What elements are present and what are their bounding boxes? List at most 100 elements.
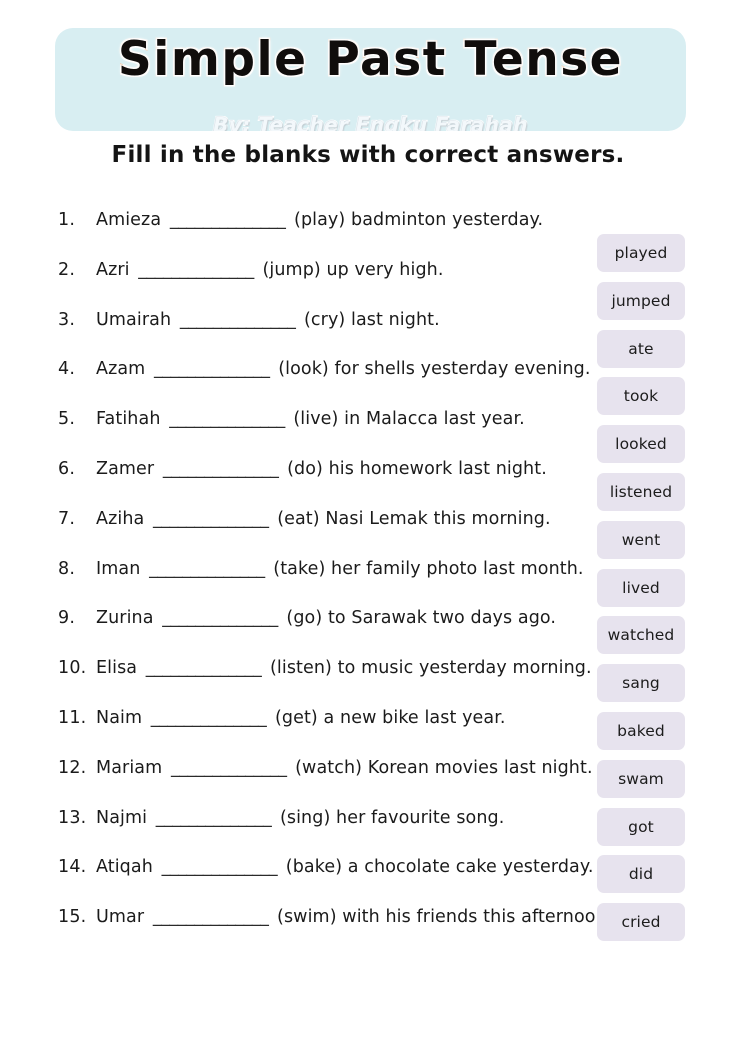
question-subject: Atiqah	[96, 857, 153, 878]
question-row: 11. Naim ______________ (get) a new bike …	[58, 707, 578, 760]
answer-blank[interactable]: ______________	[146, 660, 262, 678]
question-row: 13. Najmi ______________ (sing) her favou…	[58, 807, 578, 860]
question-predicate: (jump) up very high.	[262, 259, 444, 280]
question-subject: Umar	[96, 907, 145, 928]
question-number: 3.	[58, 309, 76, 330]
question-row: 6. Zamer ______________ (do) his homework…	[58, 458, 578, 511]
word-bank-chip[interactable]: baked	[597, 711, 685, 750]
answer-blank[interactable]: ______________	[162, 610, 278, 628]
question-sentence: Aziha ______________ (eat) Nasi Lemak th…	[96, 508, 578, 529]
question-row: 3. Umairah ______________ (cry) last nigh…	[58, 309, 578, 362]
question-predicate: (swim) with his friends this afternoon.	[277, 907, 613, 928]
answer-blank[interactable]: ______________	[163, 460, 279, 479]
question-predicate: (cry) last night.	[304, 309, 440, 330]
question-sentence: Mariam ______________ (watch) Korean mov…	[96, 757, 593, 778]
answer-blank[interactable]: ______________	[151, 709, 267, 728]
question-subject: Naim	[96, 707, 143, 728]
question-number: 5.	[58, 409, 76, 430]
question-sentence: Iman ______________ (take) her family ph…	[96, 558, 584, 579]
question-row: 9. Zurina ______________ (go) to Sarawak …	[58, 610, 578, 660]
question-sentence: Azam ______________ (look) for shells ye…	[96, 361, 591, 379]
word-bank: played jumped ate took looked listened went liv…	[597, 234, 685, 951]
question-number: 2.	[58, 259, 76, 280]
question-row: 7. Aziha ______________ (eat) Nasi Lemak …	[58, 508, 578, 561]
question-sentence: Amieza ______________ (play) badminton y…	[96, 210, 578, 230]
question-subject: Azam	[96, 359, 146, 380]
question-sentence: Zurina ______________ (go) to Sarawak tw…	[96, 610, 578, 628]
answer-blank[interactable]: ______________	[169, 411, 285, 429]
question-predicate: (play) badminton yesterday.	[294, 210, 544, 230]
question-predicate: (do) his homework last night.	[287, 458, 547, 479]
word-bank-chip[interactable]: swam	[597, 759, 685, 798]
question-row: 14. Atiqah ______________ (bake) a chocol…	[58, 857, 593, 909]
author-credit: By: Teacher Engku Farahah	[212, 112, 529, 131]
answer-blank[interactable]: ______________	[171, 759, 287, 778]
answer-blank[interactable]: ______________	[149, 560, 265, 579]
word-bank-chip[interactable]: cried	[597, 903, 685, 942]
question-number: 13.	[58, 807, 87, 828]
question-number: 12.	[58, 757, 87, 778]
question-subject: Mariam	[96, 757, 163, 778]
question-number: 4.	[58, 359, 76, 380]
question-subject: Iman	[96, 558, 141, 579]
instruction-text: Fill in the blanks with correct answers.	[111, 142, 625, 168]
question-number: 10.	[58, 658, 87, 679]
question-predicate: (listen) to music yesterday morning.	[269, 658, 592, 679]
question-number: 7.	[58, 508, 76, 529]
question-row: 4. Azam ______________ (look) for shells …	[58, 359, 590, 411]
question-list: 1. Amieza ______________ (play) badminton…	[58, 210, 612, 959]
word-bank-chip[interactable]: took	[597, 377, 685, 416]
question-row: 12. Mariam ______________ (watch) Korean …	[58, 757, 593, 810]
answer-blank[interactable]: ______________	[180, 311, 296, 330]
word-bank-chip[interactable]: looked	[597, 425, 685, 464]
question-row: 15. Umar ______________ (swim) with his f…	[58, 907, 612, 959]
question-subject: Amieza	[96, 210, 162, 230]
question-sentence: Najmi ______________ (sing) her favourit…	[96, 807, 578, 828]
question-subject: Umairah	[96, 309, 172, 330]
question-number: 1.	[58, 210, 76, 230]
question-sentence: Zamer ______________ (do) his homework l…	[96, 458, 578, 479]
question-row: 8. Iman ______________ (take) her family …	[58, 558, 583, 611]
header-banner: Simple Past Tense By: Teacher Engku Fara…	[55, 28, 686, 131]
answer-blank[interactable]: ______________	[153, 510, 269, 529]
word-bank-chip[interactable]: played	[597, 234, 685, 272]
question-sentence: Azri ______________ (jump) up very high.	[96, 259, 578, 280]
question-number: 9.	[58, 608, 76, 629]
question-subject: Fatihah	[96, 409, 161, 430]
question-sentence: Fatihah ______________ (live) in Malacca…	[96, 409, 578, 430]
question-predicate: (eat) Nasi Lemak this morning.	[277, 508, 551, 529]
question-row: 10. Elisa ______________ (listen) to musi…	[58, 658, 592, 710]
answer-blank[interactable]: ______________	[170, 211, 286, 230]
question-sentence: Umairah ______________ (cry) last night.	[96, 309, 578, 330]
answer-blank[interactable]: ______________	[162, 859, 278, 877]
question-subject: Azri	[96, 259, 130, 280]
word-bank-chip[interactable]: did	[597, 855, 685, 894]
question-row: 1. Amieza ______________ (play) badminton…	[58, 210, 578, 262]
page-title: Simple Past Tense	[116, 31, 624, 89]
word-bank-chip[interactable]: lived	[597, 568, 685, 607]
answer-blank[interactable]: ______________	[138, 261, 254, 280]
question-predicate: (take) her family photo last month.	[273, 558, 584, 579]
question-number: 8.	[58, 558, 76, 579]
question-subject: Zamer	[96, 458, 155, 479]
answer-blank[interactable]: ______________	[153, 909, 269, 927]
word-bank-chip[interactable]: listened	[597, 472, 685, 511]
question-subject: Najmi	[96, 807, 148, 828]
question-number: 6.	[58, 458, 76, 479]
word-bank-chip[interactable]: got	[597, 807, 685, 846]
question-number: 14.	[58, 857, 87, 878]
question-number: 11.	[58, 707, 87, 728]
word-bank-chip[interactable]: ate	[597, 329, 685, 368]
answer-blank[interactable]: ______________	[154, 361, 270, 379]
question-predicate: (look) for shells yesterday evening.	[278, 359, 591, 380]
answer-blank[interactable]: ______________	[156, 809, 272, 828]
word-bank-chip[interactable]: sang	[597, 664, 685, 703]
question-number: 15.	[58, 907, 87, 928]
question-subject: Elisa	[96, 658, 138, 679]
question-predicate: (watch) Korean movies last night.	[295, 757, 593, 778]
question-predicate: (sing) her favourite song.	[279, 807, 505, 828]
question-predicate: (get) a new bike last year.	[274, 707, 506, 728]
word-bank-chip[interactable]: jumped	[597, 281, 685, 320]
word-bank-chip[interactable]: went	[597, 520, 685, 559]
word-bank-chip[interactable]: watched	[597, 616, 685, 655]
